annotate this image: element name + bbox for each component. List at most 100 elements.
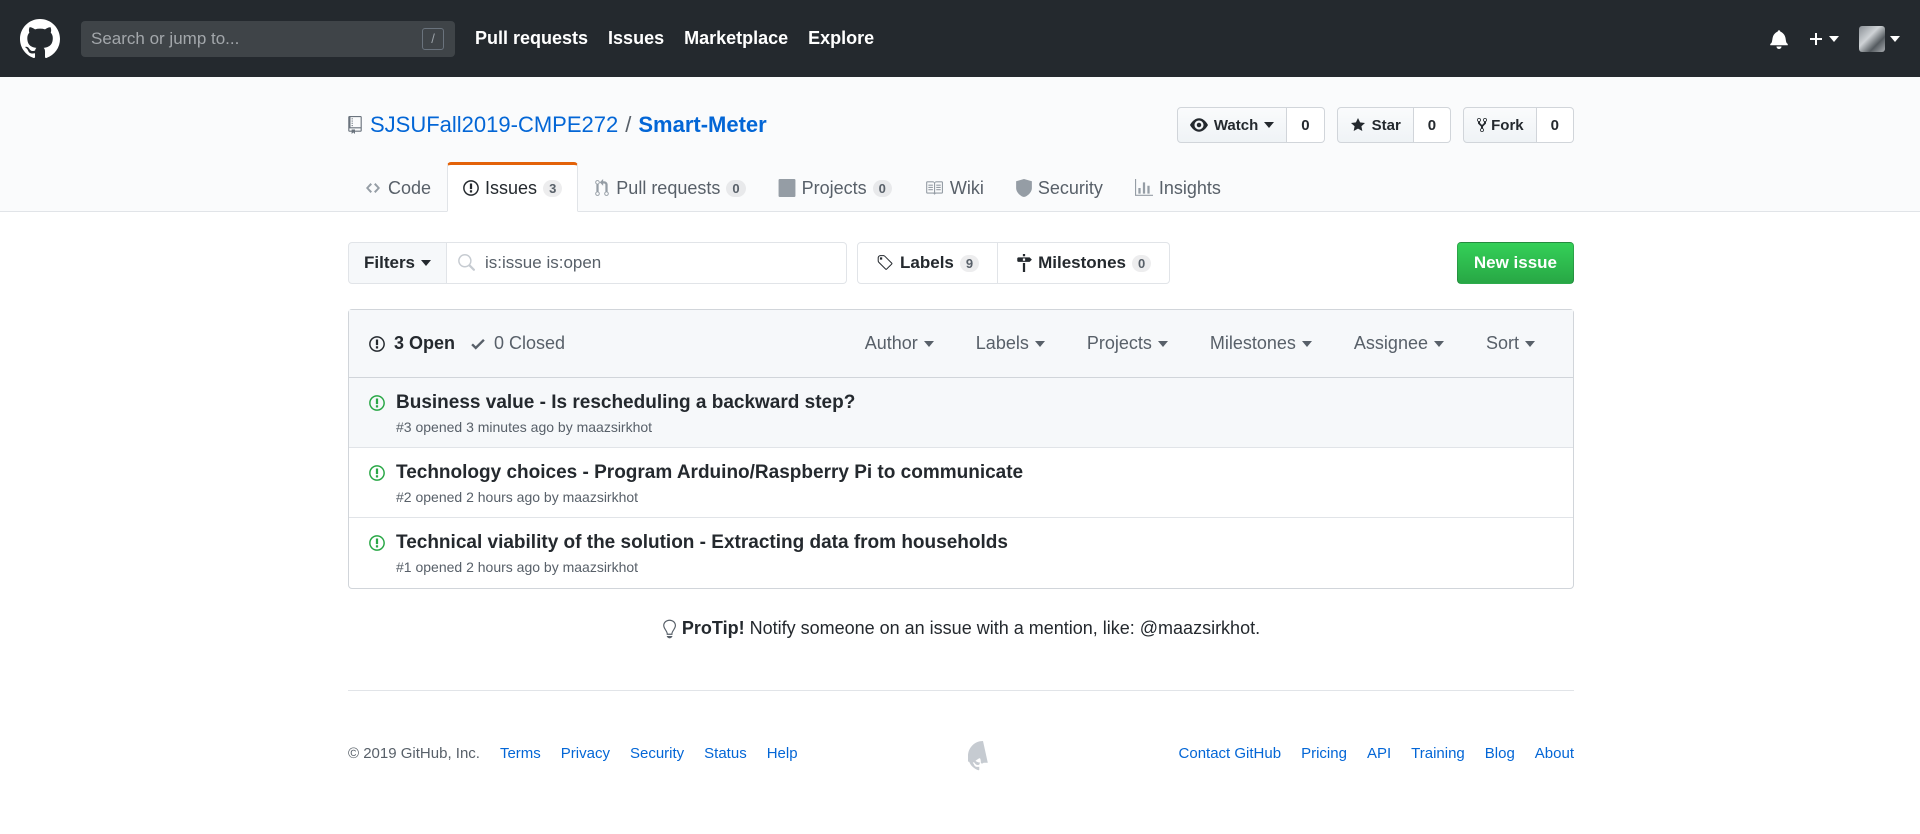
footer-link-api[interactable]: API [1367,745,1391,762]
tab-label: Projects [801,177,867,198]
chevron-down-icon [1301,340,1312,347]
repo-tabs: Code Issues 3 Pull requests 0 Projects 0… [348,162,1237,212]
tab-count: 0 [726,179,746,197]
milestones-dropdown[interactable]: Milestones [1210,333,1312,354]
issue-row: Technology choices - Program Arduino/Ras… [349,448,1573,518]
copyright: © 2019 GitHub, Inc. [348,745,480,762]
closed-issues-toggle[interactable]: 0 Closed [471,333,565,354]
issue-filter-dropdowns: Author Labels Projects Milestones Assign… [823,333,1553,354]
footer-right: Contact GitHub Pricing API Training Blog… [1159,745,1574,762]
plus-icon [1810,32,1822,45]
github-logo-icon[interactable] [968,741,998,771]
dropdown-label: Sort [1485,333,1519,353]
tab-insights[interactable]: Insights [1119,162,1237,212]
tab-issues[interactable]: Issues 3 [447,162,579,212]
new-issue-button[interactable]: New issue [1456,242,1574,284]
labels-milestones-links: Labels 9 Milestones 0 [857,242,1171,284]
author-dropdown[interactable]: Author [865,333,934,354]
footer-link-about[interactable]: About [1535,745,1574,762]
tab-pull-requests[interactable]: Pull requests 0 [578,162,761,212]
repo-icon [348,116,362,134]
issue-title-link[interactable]: Business value - Is rescheduling a backw… [396,392,855,414]
footer-link-privacy[interactable]: Privacy [561,745,610,762]
dropdown-label: Author [864,333,918,353]
tab-label: Issues [485,177,538,198]
star-count[interactable]: 0 [1413,107,1452,143]
tab-security[interactable]: Security [1000,162,1119,212]
global-header: Search or jump to... / Pull requests Iss… [0,0,1920,77]
nav-marketplace[interactable]: Marketplace [684,28,788,49]
issues-list: 3 Open 0 Closed Author Labels Projects M… [348,309,1574,589]
graph-icon [1134,179,1153,196]
footer-link-pricing[interactable]: Pricing [1301,745,1347,762]
watch-count[interactable]: 0 [1287,107,1325,143]
issue-opened-icon [369,465,385,481]
tab-label: Pull requests [616,177,721,198]
nav-pull-requests[interactable]: Pull requests [475,28,588,49]
check-icon [471,338,485,350]
watch-label: Watch [1213,116,1259,134]
issue-meta: #2 opened 2 hours ago by maazsirkhot [396,489,639,505]
fork-label: Fork [1491,116,1524,134]
bell-icon[interactable] [1770,29,1788,49]
issue-row: Business value - Is rescheduling a backw… [349,378,1573,448]
star-group: Star 0 [1336,107,1452,143]
search-placeholder: Search or jump to... [91,28,240,48]
tab-count: 0 [872,179,892,197]
global-search-input[interactable]: Search or jump to... / [81,20,455,57]
assignee-dropdown[interactable]: Assignee [1354,333,1444,354]
tab-label: Insights [1158,177,1221,198]
issue-title-link[interactable]: Technical viability of the solution - Ex… [396,532,1008,554]
header-actions [1770,25,1900,52]
search-icon [458,254,476,271]
open-count-label: 3 Open [394,333,456,353]
fork-icon [1477,117,1488,132]
user-menu[interactable] [1859,25,1900,52]
create-new-dropdown[interactable] [1808,31,1839,47]
footer-link-training[interactable]: Training [1411,745,1465,762]
footer-link-blog[interactable]: Blog [1485,745,1515,762]
light-bulb-icon [663,619,676,638]
tab-wiki[interactable]: Wiki [908,162,1000,212]
global-nav: Pull requests Issues Marketplace Explore [475,28,894,49]
issue-opened-icon [463,180,479,196]
fork-count[interactable]: 0 [1536,107,1574,143]
repo-owner-link[interactable]: SJSUFall2019-CMPE272 [370,112,618,138]
tab-projects[interactable]: Projects 0 [762,162,908,212]
labels-dropdown[interactable]: Labels [976,333,1045,354]
dropdown-label: Milestones [1209,333,1296,353]
repo-title: SJSUFall2019-CMPE272 / Smart-Meter [348,112,767,138]
repo-name-link[interactable]: Smart-Meter [638,112,766,138]
nav-explore[interactable]: Explore [808,28,874,49]
tab-code[interactable]: Code [348,162,447,212]
footer-link-terms[interactable]: Terms [500,745,541,762]
open-issues-toggle[interactable]: 3 Open [369,333,455,354]
sort-dropdown[interactable]: Sort [1486,333,1535,354]
projects-dropdown[interactable]: Projects [1087,333,1168,354]
labels-link[interactable]: Labels 9 [857,242,999,284]
footer-link-security[interactable]: Security [630,745,684,762]
issue-search-input[interactable]: is:issue is:open [447,242,848,284]
nav-issues[interactable]: Issues [608,28,664,49]
fork-button[interactable]: Fork [1463,107,1537,143]
git-pull-request-icon [595,179,610,196]
footer-link-contact[interactable]: Contact GitHub [1179,745,1282,762]
milestones-link[interactable]: Milestones 0 [998,242,1171,284]
footer-link-status[interactable]: Status [704,745,747,762]
github-logo-icon[interactable] [20,18,60,59]
filters-dropdown[interactable]: Filters [348,242,448,284]
code-icon [366,183,380,193]
chevron-down-icon [1034,340,1045,347]
labels-label: Labels [900,253,954,272]
chevron-down-icon [1433,340,1444,347]
issue-title-link[interactable]: Technology choices - Program Arduino/Ras… [396,462,1023,484]
footer-link-help[interactable]: Help [767,745,798,762]
watch-button[interactable]: Watch [1176,107,1288,143]
tab-label: Code [388,177,432,198]
repo-header: SJSUFall2019-CMPE272 / Smart-Meter Watch… [0,77,1920,212]
star-button[interactable]: Star [1336,107,1414,143]
issue-opened-icon [369,395,385,411]
filters-label: Filters [364,253,416,272]
issue-meta: #1 opened 2 hours ago by maazsirkhot [396,559,639,575]
milestone-icon [1017,254,1032,272]
